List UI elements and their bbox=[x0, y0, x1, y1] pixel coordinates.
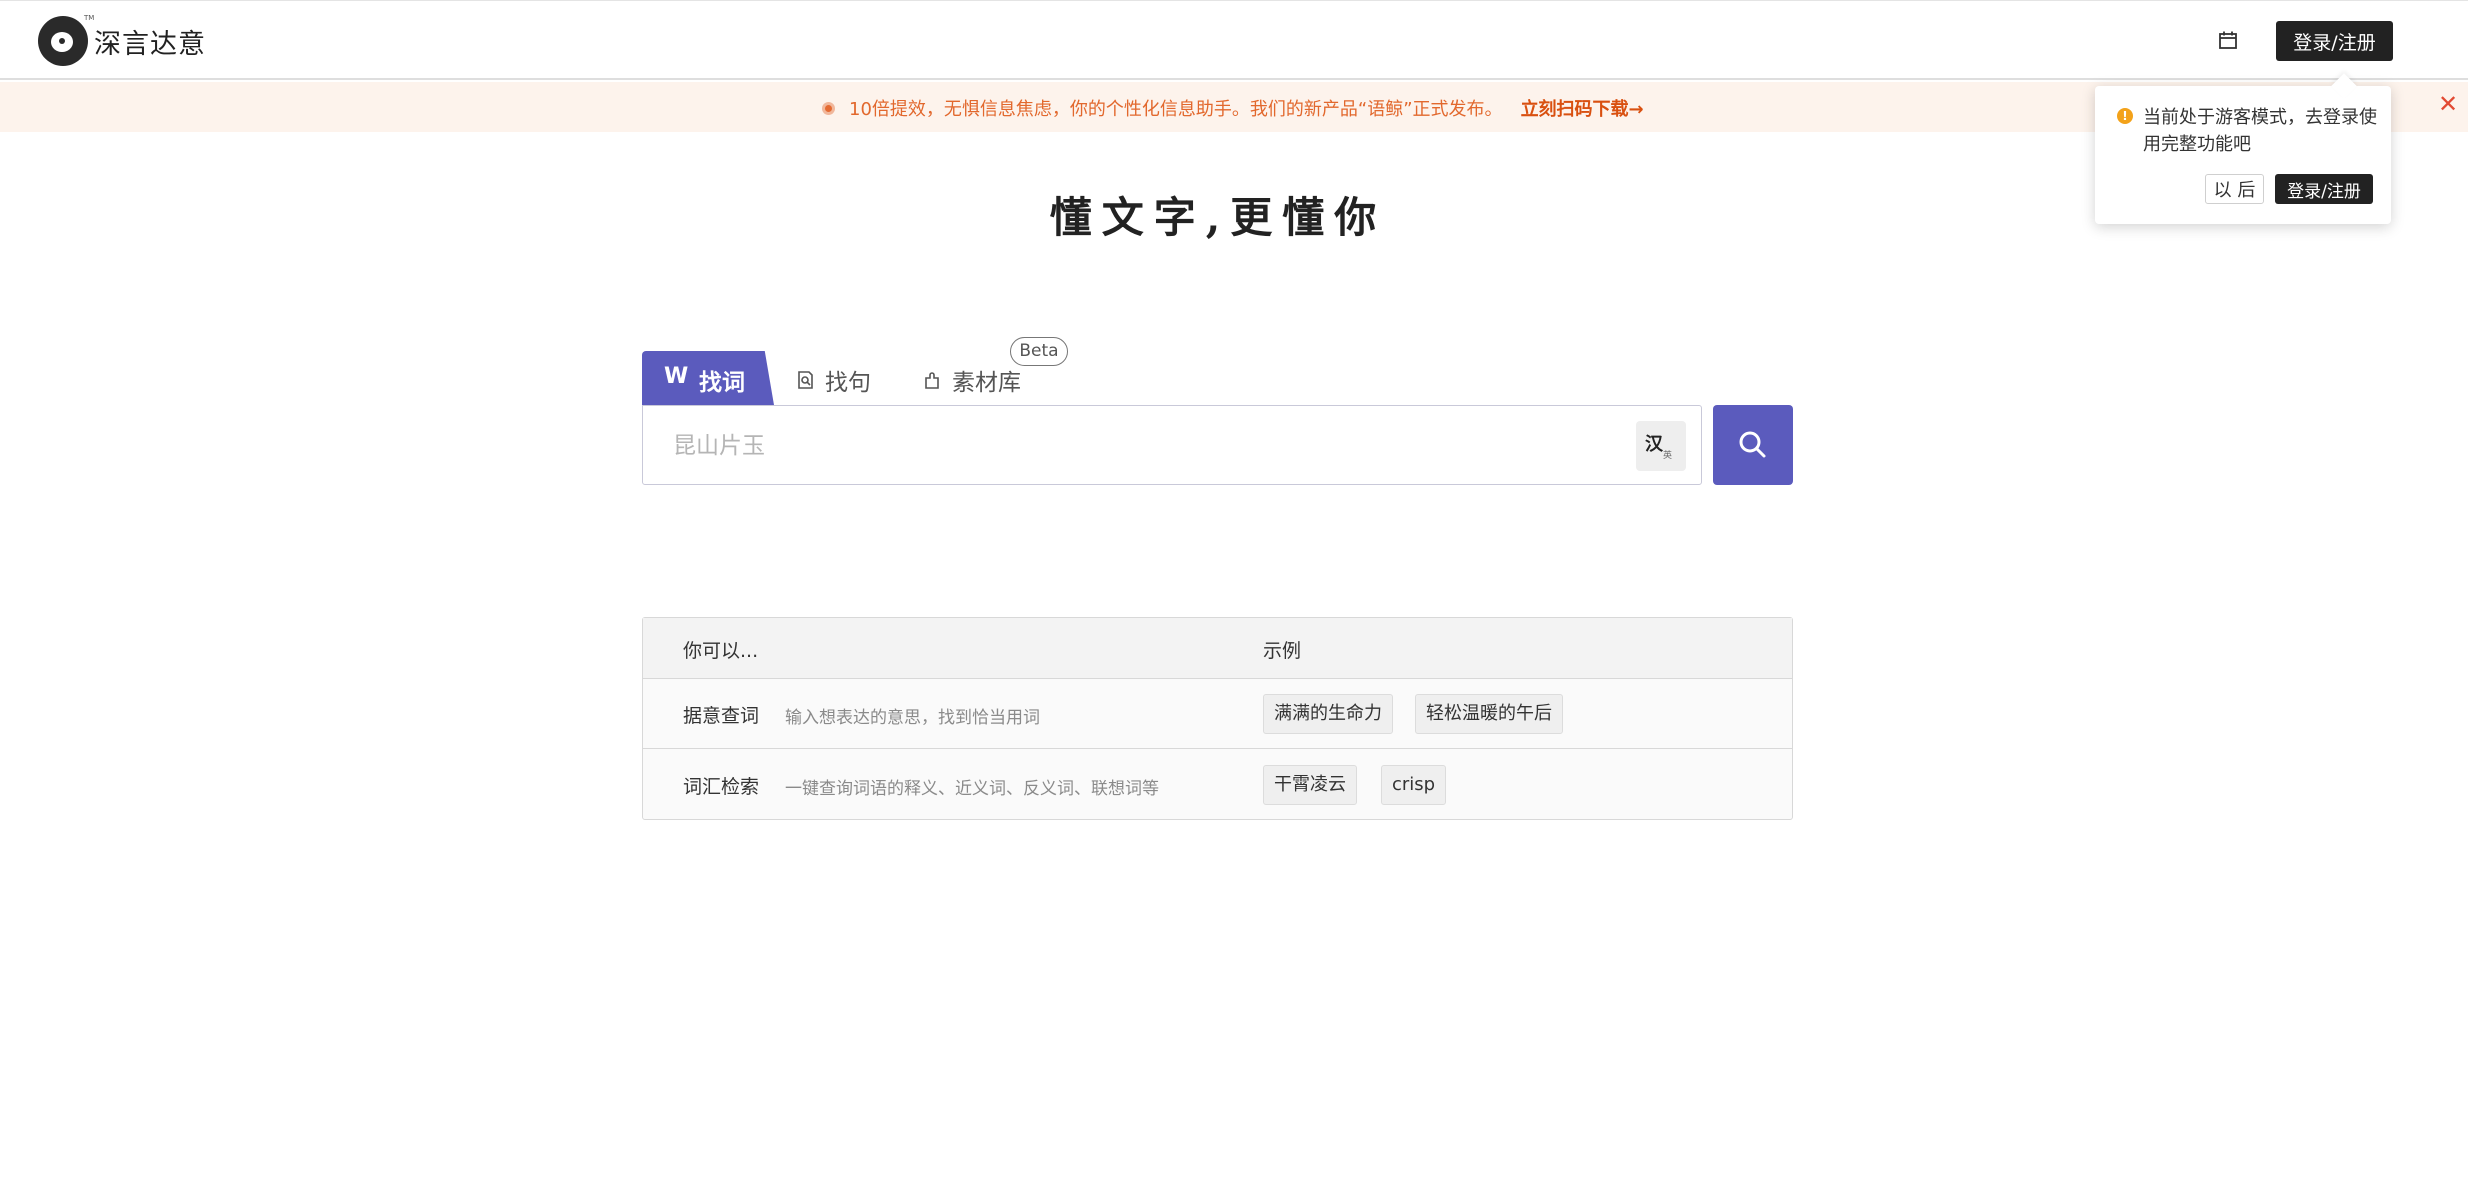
feature-description: 输入想表达的意思，找到恰当用词 bbox=[785, 708, 1040, 728]
sentence-search-icon bbox=[798, 370, 813, 389]
feature-name: 词汇检索 bbox=[683, 776, 760, 798]
example-chip[interactable]: crisp bbox=[1381, 765, 1447, 805]
notice-text: 10倍提效，无惧信息焦虑，你的个性化信息助手。我们的新产品“语鲸”正式发布。 bbox=[849, 99, 1503, 120]
brand[interactable]: TM 深言达意 bbox=[38, 14, 206, 66]
tab-label: 素材库 bbox=[952, 370, 1021, 396]
example-chip[interactable]: 轻松温暖的午后 bbox=[1415, 694, 1563, 734]
column-header-you-can: 你可以... bbox=[683, 640, 759, 662]
feature-name: 据意查词 bbox=[683, 705, 760, 727]
brand-name: 深言达意 bbox=[94, 28, 206, 60]
search-input[interactable] bbox=[673, 428, 1633, 464]
table-header: 你可以... 示例 bbox=[643, 618, 1792, 679]
tab-label: 找词 bbox=[699, 370, 745, 396]
tab-material-library[interactable]: 素材库 bbox=[924, 363, 1021, 397]
tab-find-sentences[interactable]: 找句 bbox=[797, 363, 871, 397]
words-tab-icon: W bbox=[664, 364, 689, 389]
column-header-examples: 示例 bbox=[1263, 640, 1302, 662]
search-box: 汉 英 bbox=[642, 405, 1702, 485]
feature-description: 一键查询词语的释义、近义词、反义词、联想词等 bbox=[785, 779, 1159, 799]
tab-find-words[interactable]: W 找词 bbox=[642, 351, 774, 405]
language-switch-sub: 英 bbox=[1663, 451, 1673, 461]
example-chip[interactable]: 干霄凌云 bbox=[1263, 765, 1357, 805]
search-icon bbox=[1739, 431, 1766, 458]
notice-dot-icon bbox=[822, 101, 835, 115]
page-slogan: 懂文字,更懂你 bbox=[1049, 193, 1387, 242]
trademark: TM bbox=[84, 14, 95, 22]
language-switch-label: 汉 bbox=[1645, 434, 1663, 455]
language-switch-button[interactable]: 汉 英 bbox=[1636, 421, 1686, 471]
example-chip[interactable]: 满满的生命力 bbox=[1263, 694, 1393, 734]
close-icon[interactable]: ✕ bbox=[2438, 92, 2458, 116]
top-navbar: TM 深言达意 登录/注册 bbox=[0, 0, 2468, 80]
feature-table: 你可以... 示例 据意查词 输入想表达的意思，找到恰当用词 满满的生命力 轻松… bbox=[642, 617, 1793, 820]
page: TM 深言达意 登录/注册 10倍提效，无惧信息焦虑，你的个性化信息助手。我们的… bbox=[0, 0, 2468, 1189]
login-register-button[interactable]: 登录/注册 bbox=[2276, 21, 2393, 61]
table-row: 据意查词 输入想表达的意思，找到恰当用词 满满的生命力 轻松温暖的午后 bbox=[643, 679, 1792, 749]
logo: TM bbox=[38, 14, 94, 66]
calendar-icon[interactable] bbox=[2218, 30, 2238, 50]
table-row: 词汇检索 一键查询词语的释义、近义词、反义词、联想词等 干霄凌云 crisp bbox=[643, 750, 1792, 820]
tab-label: 找句 bbox=[825, 370, 871, 396]
beta-badge: Beta bbox=[1010, 337, 1068, 366]
logo-eye bbox=[59, 38, 65, 44]
warning-icon: ! bbox=[2117, 108, 2133, 124]
download-link[interactable]: 立刻扫码下载→ bbox=[1521, 95, 1644, 121]
puzzle-icon bbox=[925, 371, 939, 389]
popover-message: 当前处于游客模式，去登录使用完整功能吧 bbox=[2143, 107, 2377, 155]
search-button[interactable] bbox=[1713, 405, 1793, 485]
